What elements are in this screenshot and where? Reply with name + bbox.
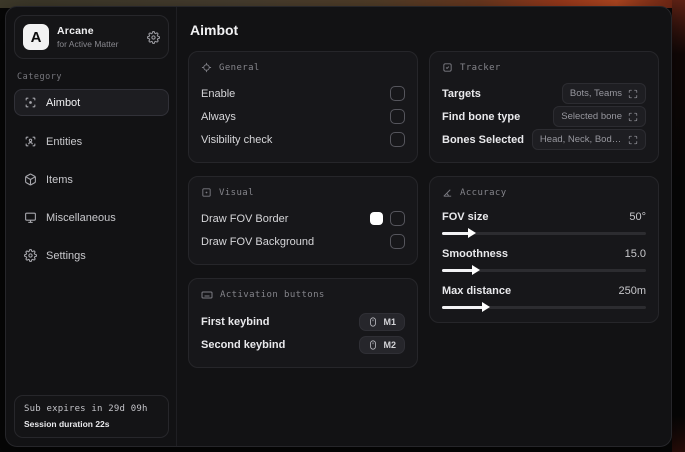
left-column: General Enable Always Visibility check V… bbox=[188, 51, 418, 368]
sidebar-item-label: Aimbot bbox=[46, 96, 81, 109]
bones-selected-label: Bones Selected bbox=[442, 133, 524, 146]
second-keybind-button[interactable]: M2 bbox=[359, 335, 405, 354]
card-activation-buttons: Activation buttons First keybind M1 Seco… bbox=[188, 278, 418, 368]
draw-fov-border-checkbox[interactable] bbox=[390, 211, 405, 226]
card-visual: Visual Draw FOV Border Draw FOV Backgrou… bbox=[188, 176, 418, 265]
fov-size-value: 50° bbox=[629, 211, 646, 223]
visibility-check-checkbox[interactable] bbox=[390, 132, 405, 147]
first-keybind-button[interactable]: M1 bbox=[359, 312, 405, 331]
card-accuracy: Accuracy FOV size 50° Smoothness 15.0 Ma… bbox=[429, 176, 659, 323]
targets-label: Targets bbox=[442, 87, 481, 100]
max-distance-value: 250m bbox=[618, 285, 646, 297]
sub-expires-text: Sub expires in 29d 09h bbox=[24, 404, 148, 414]
smoothness-label: Smoothness bbox=[442, 248, 509, 260]
game-backdrop-right bbox=[672, 0, 685, 452]
sidebar-item-aimbot[interactable]: Aimbot bbox=[14, 89, 169, 116]
frame-icon bbox=[201, 187, 212, 198]
target-box-icon bbox=[442, 62, 453, 73]
sidebar-item-miscellaneous[interactable]: Miscellaneous bbox=[14, 204, 169, 231]
always-label: Always bbox=[201, 110, 236, 123]
right-column: Tracker Targets Bots, Teams Find bone ty… bbox=[429, 51, 659, 323]
brand-title: Arcane bbox=[57, 25, 94, 37]
draw-fov-border-label: Draw FOV Border bbox=[201, 212, 289, 225]
find-bone-type-dropdown-value: Selected bone bbox=[561, 111, 622, 122]
targets-dropdown-value: Bots, Teams bbox=[569, 88, 622, 99]
slider-thumb[interactable] bbox=[471, 265, 480, 275]
card-general-title: General bbox=[219, 62, 260, 73]
sidebar: A Arcane for Active Matter Category Aimb… bbox=[6, 7, 177, 446]
monitor-icon bbox=[24, 211, 37, 224]
slider-thumb[interactable] bbox=[467, 228, 476, 238]
first-keybind-value: M1 bbox=[383, 316, 396, 327]
cube-icon bbox=[24, 173, 37, 186]
enable-label: Enable bbox=[201, 87, 236, 100]
enable-checkbox[interactable] bbox=[390, 86, 405, 101]
card-general: General Enable Always Visibility check bbox=[188, 51, 418, 163]
second-keybind-value: M2 bbox=[383, 339, 396, 350]
subscription-info-box: Sub expires in 29d 09h Session duration … bbox=[14, 395, 169, 438]
fov-size-slider[interactable] bbox=[442, 228, 646, 238]
always-checkbox[interactable] bbox=[390, 109, 405, 124]
brand-logo: A bbox=[23, 24, 49, 50]
sidebar-item-label: Miscellaneous bbox=[46, 211, 116, 224]
expand-icon bbox=[628, 89, 638, 99]
slider-thumb[interactable] bbox=[481, 302, 490, 312]
cheat-menu-window: A Arcane for Active Matter Category Aimb… bbox=[5, 6, 672, 447]
fov-size-label: FOV size bbox=[442, 211, 489, 223]
second-keybind-label: Second keybind bbox=[201, 338, 286, 351]
sidebar-item-label: Entities bbox=[46, 135, 83, 148]
sidebar-item-entities[interactable]: Entities bbox=[14, 128, 169, 155]
brand-subtitle: for Active Matter bbox=[57, 39, 119, 49]
card-tracker: Tracker Targets Bots, Teams Find bone ty… bbox=[429, 51, 659, 163]
card-accuracy-title: Accuracy bbox=[460, 187, 507, 198]
keyboard-icon bbox=[201, 289, 213, 301]
crosshair-icon bbox=[201, 62, 212, 73]
brand-card: A Arcane for Active Matter bbox=[14, 15, 169, 59]
entity-scan-icon bbox=[24, 135, 37, 148]
visibility-check-label: Visibility check bbox=[201, 133, 273, 146]
page-title: Aimbot bbox=[190, 22, 239, 38]
mouse-icon bbox=[368, 339, 378, 350]
crosshair-scan-icon bbox=[24, 96, 37, 109]
draw-fov-background-checkbox[interactable] bbox=[390, 234, 405, 249]
fov-border-color-swatch[interactable] bbox=[370, 212, 383, 225]
main-content: Aimbot General Enable Always Visibility … bbox=[177, 7, 671, 446]
expand-icon bbox=[628, 135, 638, 145]
gear-icon[interactable] bbox=[147, 30, 160, 44]
first-keybind-label: First keybind bbox=[201, 315, 270, 328]
sidebar-item-label: Items bbox=[46, 173, 73, 186]
angle-icon bbox=[442, 187, 453, 198]
targets-dropdown[interactable]: Bots, Teams bbox=[561, 83, 646, 104]
gear-icon bbox=[24, 249, 37, 262]
max-distance-label: Max distance bbox=[442, 285, 512, 297]
sidebar-nav: Aimbot Entities Items Miscellaneous Sett… bbox=[14, 89, 169, 269]
draw-fov-background-label: Draw FOV Background bbox=[201, 235, 315, 248]
sidebar-item-label: Settings bbox=[46, 249, 86, 262]
sidebar-item-settings[interactable]: Settings bbox=[14, 242, 169, 269]
bones-selected-dropdown[interactable]: Head, Neck, Body, Pe... bbox=[531, 129, 646, 150]
smoothness-value: 15.0 bbox=[624, 248, 646, 260]
card-tracker-title: Tracker bbox=[460, 62, 501, 73]
card-activation-title: Activation buttons bbox=[220, 290, 325, 300]
find-bone-type-label: Find bone type bbox=[442, 110, 521, 123]
smoothness-slider[interactable] bbox=[442, 265, 646, 275]
sidebar-item-items[interactable]: Items bbox=[14, 166, 169, 193]
expand-icon bbox=[628, 112, 638, 122]
max-distance-slider[interactable] bbox=[442, 302, 646, 312]
find-bone-type-dropdown[interactable]: Selected bone bbox=[553, 106, 646, 127]
card-visual-title: Visual bbox=[219, 187, 254, 198]
brand-text: Arcane for Active Matter bbox=[57, 25, 139, 49]
category-label: Category bbox=[17, 72, 62, 82]
bones-selected-dropdown-value: Head, Neck, Body, Pe... bbox=[539, 134, 622, 145]
mouse-icon bbox=[368, 316, 378, 327]
session-duration-text: Session duration 22s bbox=[24, 419, 110, 429]
